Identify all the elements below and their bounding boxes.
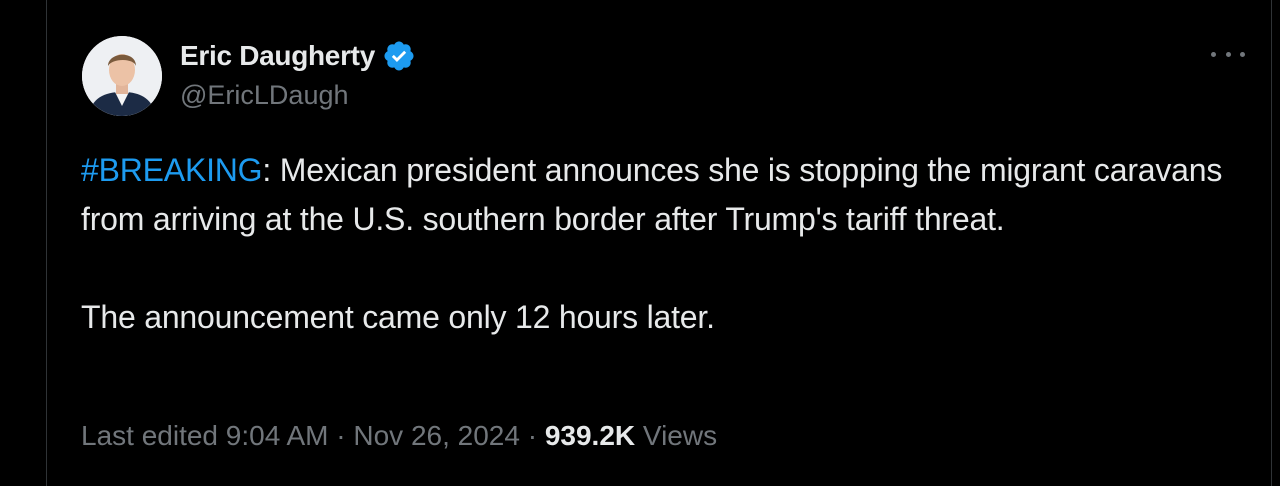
verified-badge-icon[interactable] <box>382 39 416 73</box>
views-count[interactable]: 939.2K <box>545 420 635 451</box>
more-dot <box>1240 51 1245 57</box>
tweet-meta: Last edited 9:04 AM · Nov 26, 2024 · 939… <box>81 420 717 452</box>
edited-timestamp[interactable]: Last edited 9:04 AM · Nov 26, 2024 · <box>81 420 545 451</box>
tweet-card: Eric Daugherty @EricLDaugh #BREAKING: Me… <box>46 0 1272 486</box>
author-name-row: Eric Daugherty <box>180 38 416 74</box>
hashtag-link[interactable]: #BREAKING <box>81 152 263 188</box>
views-label: Views <box>635 420 718 451</box>
author-handle[interactable]: @EricLDaugh <box>180 80 349 111</box>
tweet-paragraph-1: #BREAKING: Mexican president announces s… <box>81 146 1231 244</box>
more-options-icon[interactable] <box>1211 44 1245 64</box>
more-dot <box>1211 51 1216 57</box>
avatar[interactable] <box>82 36 162 116</box>
avatar-image <box>82 36 162 116</box>
tweet-paragraph-2: The announcement came only 12 hours late… <box>81 299 715 335</box>
author-display-name[interactable]: Eric Daugherty <box>180 40 375 72</box>
more-dot <box>1225 51 1231 57</box>
tweet-text: #BREAKING: Mexican president announces s… <box>81 146 1231 342</box>
